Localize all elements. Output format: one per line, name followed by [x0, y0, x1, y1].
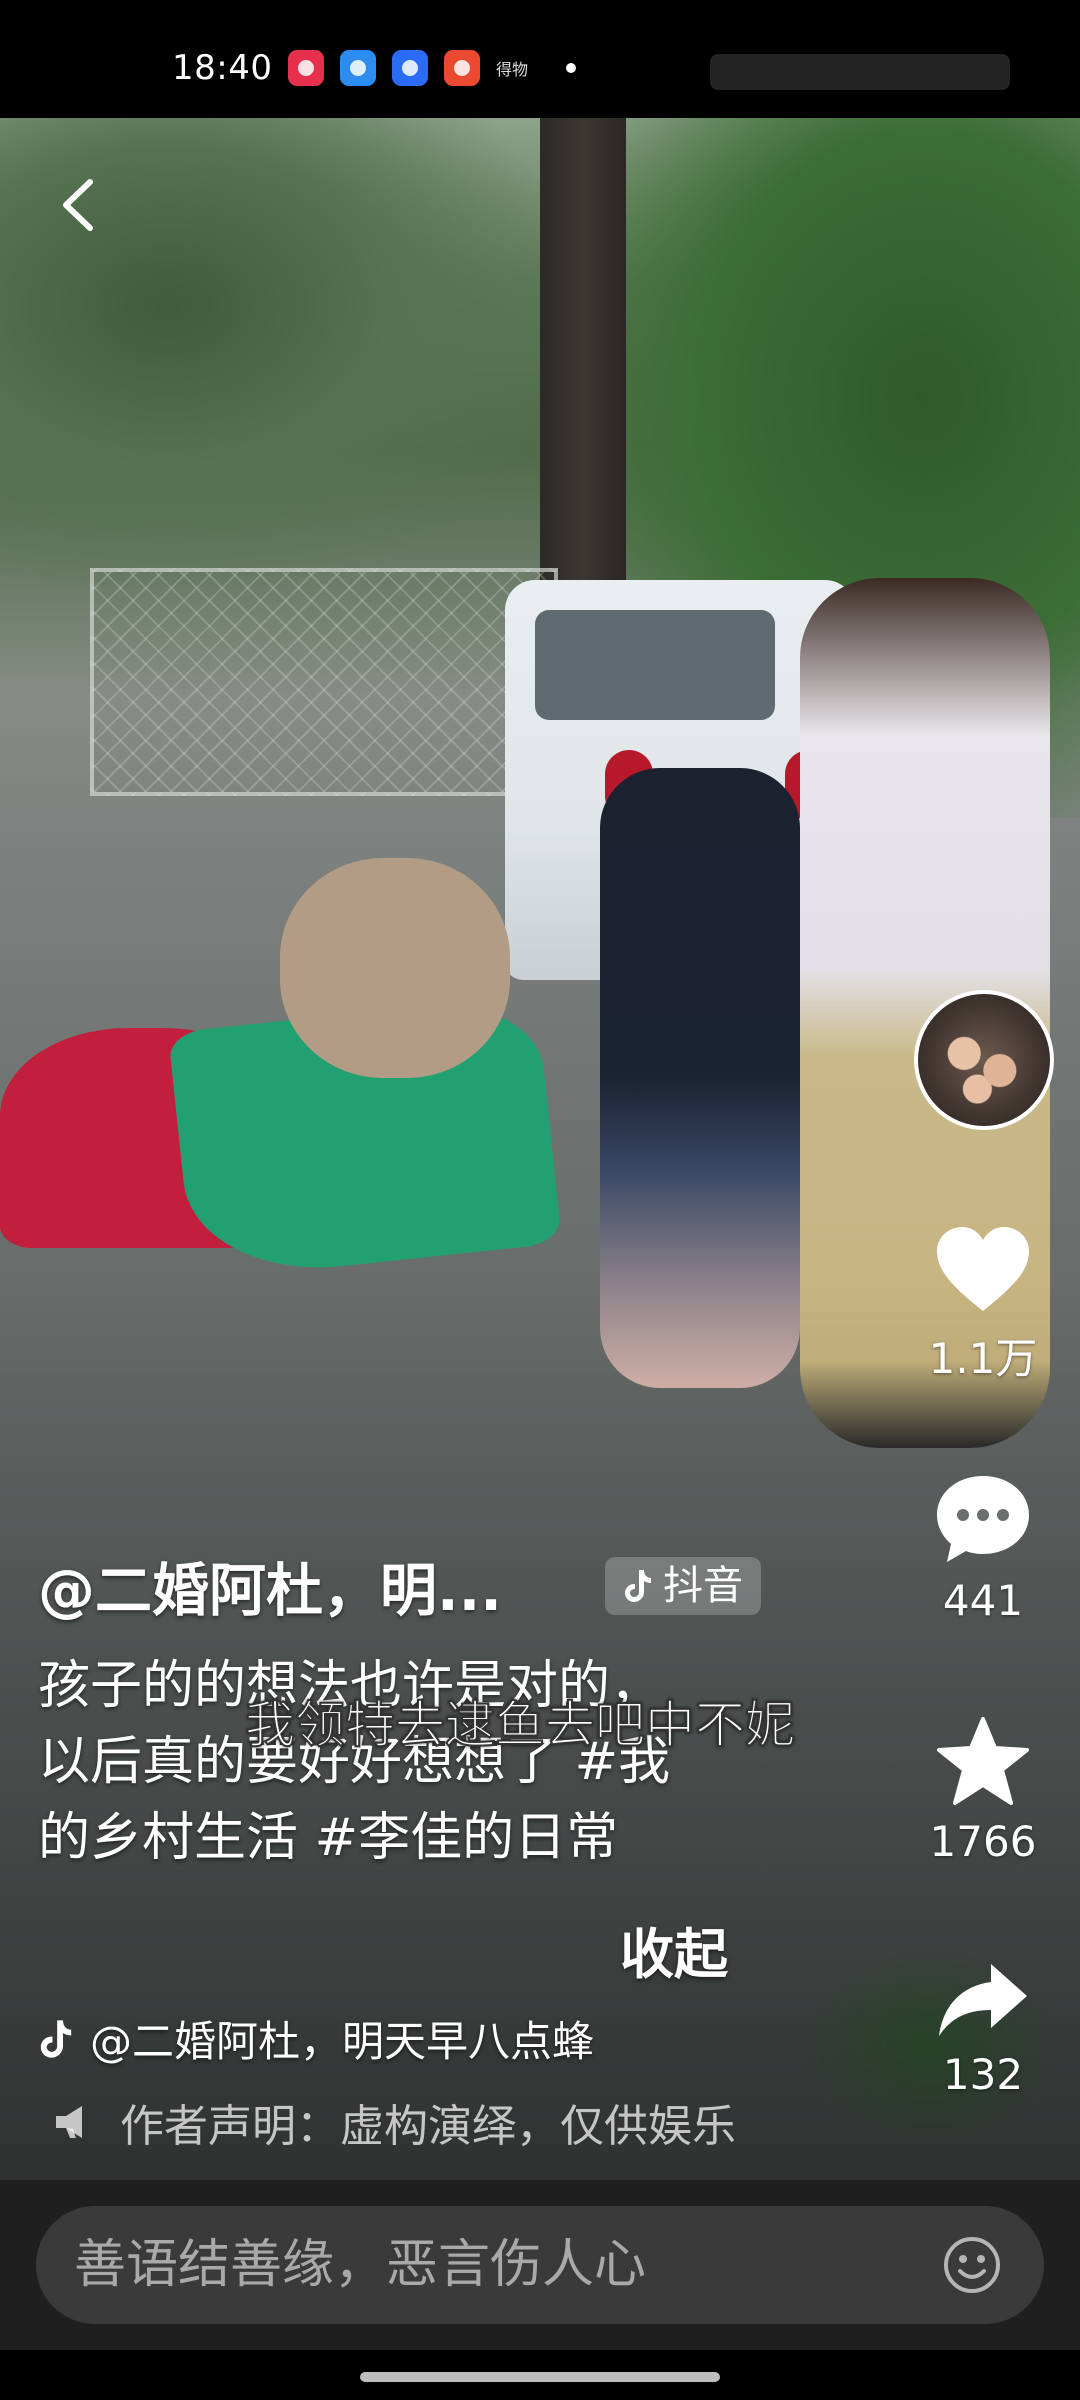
status-app-icons: 得物 [288, 50, 577, 86]
music-app-icon [288, 50, 324, 86]
video-scene-person [280, 858, 510, 1078]
status-bar: 18:40 得物 [0, 0, 1080, 118]
comment-bubble-icon [937, 1476, 1029, 1562]
status-system-icons [710, 54, 1010, 90]
author-disclaimer: 作者声明：虚构演绎，仅供娱乐 [52, 2090, 736, 2154]
video-scene-fence [90, 568, 558, 796]
favorite-button[interactable]: 1766 [903, 1715, 1063, 1866]
notification-dot-icon [566, 63, 577, 73]
favorite-count: 1766 [929, 1817, 1037, 1866]
music-text: @二婚阿杜，明天早八点蜂 [90, 2017, 595, 2066]
comment-count: 441 [942, 1576, 1024, 1625]
weather-app-icon [340, 50, 376, 86]
heart-icon [937, 1227, 1029, 1311]
music-info[interactable]: @二婚阿杜，明天早八点蜂 [38, 2008, 594, 2069]
home-indicator[interactable] [360, 2372, 720, 2382]
video-app-icon [444, 50, 480, 86]
collapse-button[interactable]: 收起 [620, 1910, 728, 1989]
video-scene-pole [540, 118, 626, 598]
video-scene-car-window [535, 610, 775, 720]
share-button[interactable]: 132 [903, 1960, 1063, 2099]
platform-badge: 抖音 [605, 1557, 761, 1615]
back-button[interactable] [46, 170, 116, 240]
disclaimer-text: 作者声明：虚构演绎，仅供娱乐 [120, 2101, 736, 2152]
platform-badge-label: 抖音 [663, 1563, 743, 1609]
comment-placeholder: 善语结善缘，恶言伤人心 [74, 2235, 647, 2295]
share-arrow-icon [939, 1964, 1027, 2036]
share-count: 132 [942, 2050, 1024, 2099]
author-handle[interactable]: @二婚阿杜，明... [38, 1545, 502, 1627]
emoji-face-icon [944, 2237, 1000, 2293]
comment-input[interactable]: 善语结善缘，恶言伤人心 [36, 2206, 1044, 2324]
star-icon [937, 1717, 1029, 1805]
status-time: 18:40 [172, 48, 273, 88]
like-button[interactable]: 1.1万 [903, 1225, 1063, 1386]
files-app-icon [392, 50, 428, 86]
comment-bar: 善语结善缘，恶言伤人心 [0, 2180, 1080, 2350]
chevron-left-icon [63, 179, 93, 231]
tiktok-note-icon [40, 2019, 72, 2058]
status-app-label: 得物 [496, 60, 529, 79]
douyin-video-screen: 18:40 得物 1.1万 441 1766 132 @二婚阿杜，明... 抖音… [0, 0, 1080, 2400]
like-count: 1.1万 [928, 1334, 1038, 1383]
megaphone-icon [56, 2106, 82, 2138]
video-subtitle: 我领特去逮鱼去吧中不妮 [244, 1695, 796, 1755]
author-avatar[interactable] [914, 990, 1054, 1130]
tiktok-note-icon [625, 1570, 651, 1602]
video-caption[interactable]: 孩子的的想法也许是对的， 以后真的要好好想想了 #我 的乡村生活 #李佳的日常 [38, 1648, 758, 1876]
emoji-button[interactable] [942, 2235, 1002, 2295]
comment-button[interactable]: 441 [903, 1472, 1063, 1625]
caption-line: 的乡村生活 #李佳的日常 [38, 1808, 619, 1868]
